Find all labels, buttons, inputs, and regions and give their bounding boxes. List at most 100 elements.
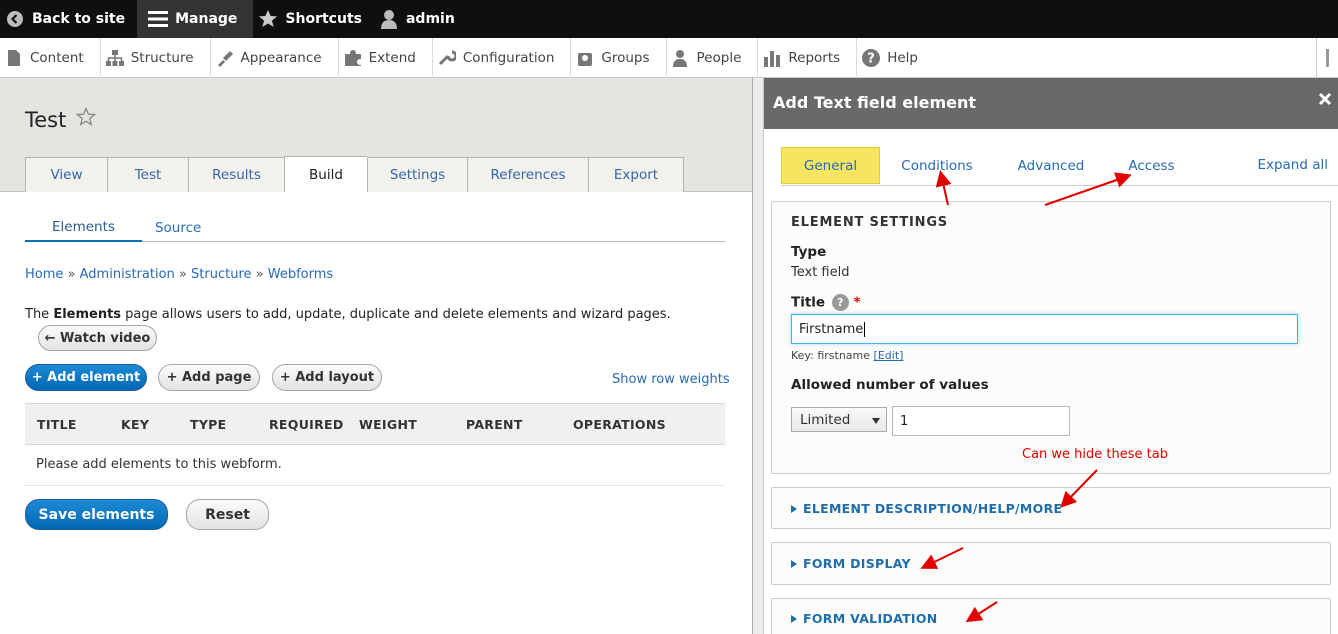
- column-header-operations: OPERATIONS: [573, 417, 666, 432]
- column-header-weight: WEIGHT: [359, 417, 418, 432]
- tray-item-extend[interactable]: Extend: [339, 38, 433, 78]
- column-header-required: REQUIRED: [269, 417, 344, 432]
- tab-references[interactable]: References: [467, 157, 588, 192]
- help-icon[interactable]: ?: [831, 294, 849, 311]
- machine-name-line: Key: firstname [Edit]: [791, 349, 903, 362]
- text-cursor: [864, 321, 866, 337]
- tray-item-label: Structure: [130, 50, 194, 66]
- allowed-values-label: Allowed number of values: [791, 377, 989, 393]
- tray-item-configuration[interactable]: Configuration: [433, 38, 572, 78]
- primary-tabs: View Test Results Build Settings Referen…: [25, 156, 684, 192]
- tray-item-appearance[interactable]: Appearance: [211, 38, 339, 78]
- breadcrumb-separator: »: [67, 267, 76, 282]
- show-row-weights-link[interactable]: Show row weights: [612, 372, 730, 387]
- tab-view[interactable]: View: [25, 157, 107, 192]
- breadcrumb-home[interactable]: Home: [25, 267, 63, 282]
- details-summary-label: ELEMENT DESCRIPTION/HELP/MORE: [803, 501, 1063, 516]
- breadcrumb-webforms[interactable]: Webforms: [268, 267, 333, 282]
- add-page-button[interactable]: + Add page: [158, 364, 260, 391]
- tab-general[interactable]: General: [781, 147, 880, 184]
- add-element-button[interactable]: + Add element: [25, 364, 147, 391]
- tray-item-help[interactable]: ? Help: [857, 38, 934, 78]
- details-form-display[interactable]: FORM DISPLAY: [771, 542, 1331, 585]
- tab-access[interactable]: Access: [1113, 147, 1190, 184]
- back-arrow-icon: [4, 8, 26, 30]
- user-tab[interactable]: admin: [374, 0, 467, 38]
- help-icon: ?: [861, 48, 881, 68]
- hamburger-icon: [147, 8, 169, 30]
- expand-triangle-icon: [791, 504, 797, 513]
- watch-video-button[interactable]: ← Watch video: [38, 325, 157, 351]
- star-outline-icon[interactable]: [76, 106, 97, 132]
- expand-all-link[interactable]: Expand all: [1257, 157, 1328, 173]
- details-summary[interactable]: FORM DISPLAY: [791, 556, 911, 571]
- manage-tab[interactable]: Manage: [137, 0, 254, 38]
- column-header-key: KEY: [121, 417, 150, 432]
- tray-item-people[interactable]: People: [667, 38, 759, 78]
- svg-text:?: ?: [867, 52, 875, 67]
- details-summary[interactable]: ELEMENT DESCRIPTION/HELP/MORE: [791, 501, 1062, 516]
- file-icon: [4, 48, 24, 68]
- tray-orientation-toggle[interactable]: [1316, 38, 1338, 78]
- allowed-values-select[interactable]: Limited: [791, 407, 887, 432]
- required-mark: *: [853, 294, 861, 311]
- page-title: Test: [25, 106, 97, 132]
- column-header-type: TYPE: [190, 417, 227, 432]
- tab-build[interactable]: Build: [284, 156, 367, 192]
- expand-triangle-icon: [791, 614, 797, 623]
- tray-item-groups[interactable]: Groups: [571, 38, 667, 78]
- details-form-validation[interactable]: FORM VALIDATION: [771, 598, 1331, 634]
- title-input[interactable]: Firstname: [791, 314, 1298, 344]
- element-settings-legend: ELEMENT SETTINGS: [791, 215, 948, 230]
- allowed-number-input[interactable]: 1: [892, 406, 1070, 436]
- star-icon: [257, 8, 279, 30]
- user-label: admin: [405, 11, 455, 27]
- tab-export[interactable]: Export: [588, 157, 684, 192]
- dialog-header: Add Text field element: [764, 78, 1338, 129]
- manage-label: Manage: [175, 11, 238, 27]
- machine-name-text: Key: firstname: [791, 349, 874, 362]
- bar-chart-icon: [762, 48, 782, 68]
- tray-item-label: Appearance: [240, 50, 322, 66]
- page-title-text: Test: [25, 107, 67, 132]
- tab-advanced[interactable]: Advanced: [1006, 147, 1096, 184]
- add-layout-button[interactable]: + Add layout: [272, 364, 382, 391]
- admin-toolbar: Back to site Manage Shortcuts admin: [0, 0, 1338, 38]
- machine-name-edit-link[interactable]: [Edit]: [874, 349, 904, 362]
- breadcrumb-administration[interactable]: Administration: [80, 267, 175, 282]
- tray-item-reports[interactable]: Reports: [758, 38, 858, 78]
- tray-item-structure[interactable]: Structure: [101, 38, 211, 78]
- tab-results[interactable]: Results: [188, 157, 284, 192]
- close-icon[interactable]: [1318, 92, 1334, 112]
- save-elements-button[interactable]: Save elements: [25, 499, 168, 530]
- subtab-source[interactable]: Source: [142, 214, 228, 242]
- tray-item-content[interactable]: Content: [0, 38, 101, 78]
- tab-conditions[interactable]: Conditions: [891, 147, 983, 184]
- shortcuts-tab[interactable]: Shortcuts: [253, 0, 374, 38]
- main-page: Test View Test Results Build Settings Re…: [0, 78, 752, 634]
- dialog-title: Add Text field element: [773, 93, 977, 112]
- sitemap-icon: [105, 48, 125, 68]
- tray-item-label: Reports: [788, 50, 841, 66]
- off-canvas-dialog: Add Text field element General Condition…: [764, 78, 1338, 634]
- tray-item-label: Groups: [601, 50, 650, 66]
- tray-item-label: Content: [30, 50, 84, 66]
- tab-settings[interactable]: Settings: [367, 157, 467, 192]
- allowed-number-value: 1: [900, 413, 909, 429]
- tab-test[interactable]: Test: [107, 157, 188, 192]
- details-summary[interactable]: FORM VALIDATION: [791, 611, 938, 626]
- people-icon: [671, 48, 691, 68]
- breadcrumb-structure[interactable]: Structure: [191, 267, 251, 282]
- back-to-site-label: Back to site: [32, 11, 126, 27]
- wrench-icon: [437, 48, 457, 68]
- help-text-post: page allows users to add, update, duplic…: [121, 307, 671, 322]
- back-to-site-link[interactable]: Back to site: [0, 0, 137, 38]
- paintbrush-icon: [215, 48, 235, 68]
- page-header: Test View Test Results Build Settings Re…: [0, 78, 752, 192]
- type-value: Text field: [791, 265, 850, 280]
- reset-button[interactable]: Reset: [186, 499, 269, 530]
- type-label: Type: [791, 244, 827, 260]
- details-description[interactable]: ELEMENT DESCRIPTION/HELP/MORE: [771, 487, 1331, 529]
- allowed-values-select-value: Limited: [800, 411, 851, 428]
- subtab-elements[interactable]: Elements: [25, 214, 142, 242]
